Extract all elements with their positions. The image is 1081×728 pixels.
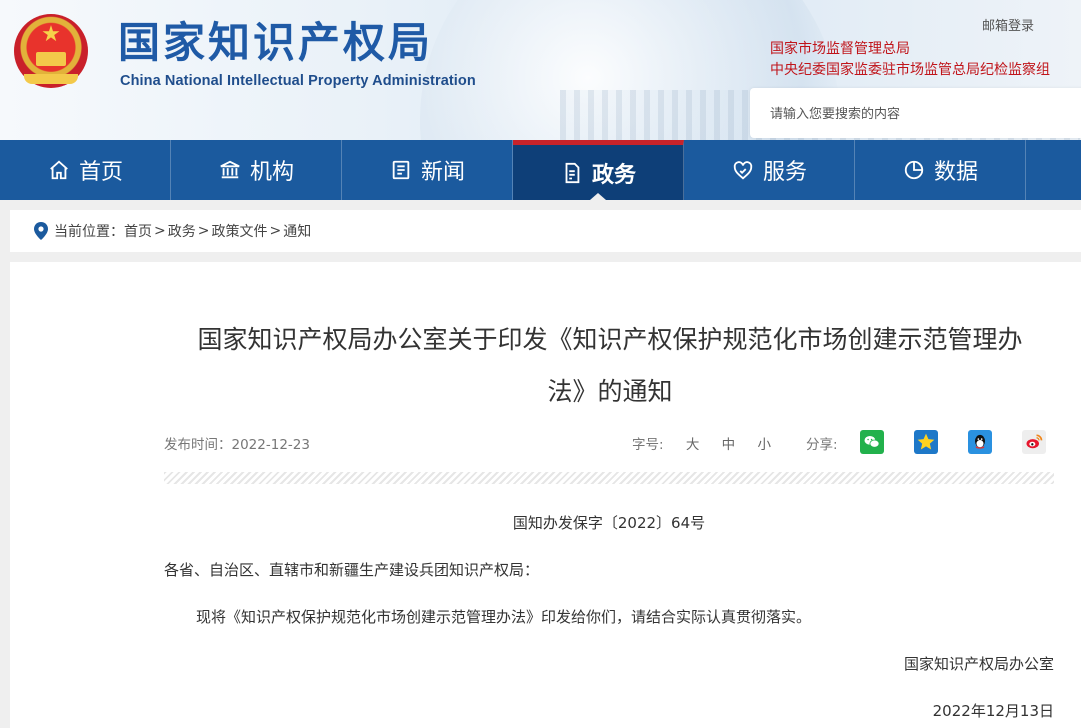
pie-chart-icon: [902, 158, 926, 182]
font-size-label: 字号:: [632, 437, 664, 453]
font-size-large[interactable]: 大: [686, 437, 700, 453]
salutation-text: 各省、自治区、直辖市和新疆生产建设兵团知识产权局：: [164, 561, 540, 579]
nav-label: 数据: [933, 160, 978, 185]
body-text: 现将《知识产权保护规范化市场创建示范管理办法》印发给你们，请结合实际认真贯彻落实…: [196, 608, 812, 626]
nav-home[interactable]: 首页: [0, 140, 171, 200]
nav-data[interactable]: 数据: [855, 140, 1026, 200]
article-title: 国家知识产权局办公室关于印发《知识产权保护规范化市场创建示范管理办 法》的通知: [197, 325, 1023, 406]
content-divider: [164, 472, 1054, 484]
document-number: 国知办发保字〔2022〕64号: [512, 514, 706, 532]
mail-login-link[interactable]: 邮箱登录: [982, 15, 1034, 34]
article-panel: 国家知识产权局办公室关于印发《知识产权保护规范化市场创建示范管理办 法》的通知 …: [10, 262, 1081, 728]
nav-more[interactable]: [1026, 140, 1081, 200]
nav-service[interactable]: 服务: [684, 140, 855, 200]
breadcrumb-notice[interactable]: 通知: [283, 221, 311, 241]
breadcrumb-policy-documents[interactable]: 政策文件: [211, 221, 267, 241]
home-icon: [47, 158, 71, 182]
institution-icon: [218, 158, 242, 182]
publish-date: 发布时间：2022-12-23: [164, 437, 310, 453]
agency-link-samr[interactable]: 国家市场监督管理总局: [770, 38, 910, 58]
nav-news[interactable]: 新闻: [342, 140, 513, 200]
site-title-en[interactable]: China National Intellectual Property Adm…: [120, 72, 476, 90]
nav-label: 首页: [78, 160, 123, 185]
font-size-control: 字号: 大 中 小: [632, 433, 771, 453]
breadcrumb: 当前位置： 首页 > 政务 > 政策文件 > 通知: [10, 210, 1081, 252]
document-icon: [560, 161, 584, 185]
breadcrumb-separator: >: [269, 223, 282, 239]
signature-text: 国家知识产权局办公室: [903, 655, 1054, 673]
font-size-medium[interactable]: 中: [722, 437, 736, 453]
nav-institution[interactable]: 机构: [171, 140, 342, 200]
nav-label: 政务: [591, 162, 636, 188]
search-input[interactable]: [768, 103, 1072, 125]
site-title-cn[interactable]: 国家知识产权局: [118, 18, 433, 68]
qzone-icon[interactable]: [914, 430, 938, 454]
breadcrumb-prefix: 当前位置：: [54, 224, 124, 240]
main-nav: 首页 机构 新闻 政务 服务 数据: [0, 140, 1081, 200]
breadcrumb-separator: >: [197, 223, 210, 239]
nav-government-affairs[interactable]: 政务: [513, 140, 684, 200]
nav-label: 机构: [249, 160, 294, 185]
wechat-icon[interactable]: [860, 430, 884, 454]
location-pin-icon: [34, 222, 48, 240]
share-label: 分享:: [806, 437, 838, 453]
article-meta: 发布时间：2022-12-23 字号: 大 中 小 分享:: [164, 430, 1054, 454]
nav-label: 新闻: [420, 160, 465, 185]
font-size-small[interactable]: 小: [757, 437, 771, 453]
agency-link-inspection[interactable]: 中央纪委国家监委驻市场监管总局纪检监察组: [770, 59, 1050, 79]
signature-date: 2022年12月13日: [932, 702, 1054, 720]
breadcrumb-separator: >: [154, 223, 166, 239]
breadcrumb-government-affairs[interactable]: 政务: [168, 221, 196, 241]
news-icon: [389, 158, 413, 182]
site-header: ★ 国家知识产权局 China National Intellectual Pr…: [0, 0, 1081, 140]
qq-icon[interactable]: [968, 430, 992, 454]
weibo-icon[interactable]: [1022, 430, 1046, 454]
nav-label: 服务: [762, 160, 807, 185]
breadcrumb-home[interactable]: 首页: [124, 221, 152, 241]
search-box: [750, 88, 1081, 138]
service-icon: [731, 158, 755, 182]
national-emblem-icon[interactable]: ★: [14, 14, 88, 88]
